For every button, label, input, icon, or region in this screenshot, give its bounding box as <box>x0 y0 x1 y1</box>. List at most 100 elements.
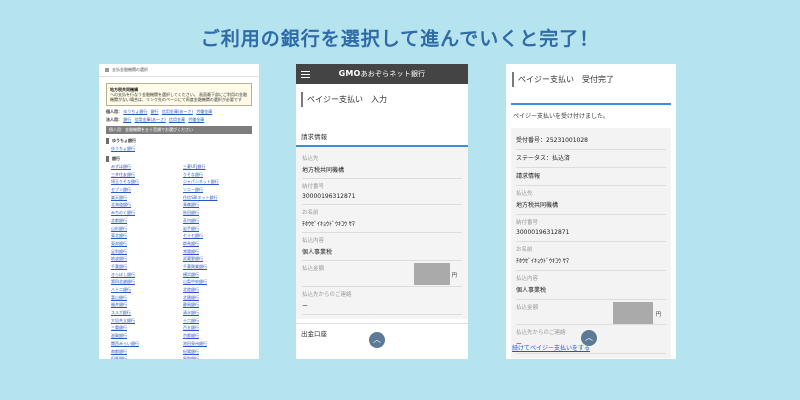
bank-link[interactable]: 関西みらい銀行 <box>111 341 175 347</box>
bank-link[interactable]: 楽天銀行 <box>111 195 175 201</box>
field-label: 払込内容 <box>302 238 325 244</box>
bank-link[interactable]: 南都銀行 <box>111 349 175 355</box>
bank-select-panel: 支払金融機関の選択 地方税共同機構 への支払を行なう金融機関を選択してください。… <box>99 64 259 359</box>
bank-link[interactable]: 東邦銀行 <box>111 241 175 247</box>
bank-link[interactable]: 三重銀行 <box>111 325 175 331</box>
corp-link-shinkin[interactable]: 信用金庫(あ〜さ) <box>135 117 166 122</box>
bank-link[interactable]: 七十七銀行 <box>183 233 247 239</box>
bank-link[interactable]: 三菱UFJ銀行 <box>183 164 247 170</box>
bank-link[interactable]: 北國銀行 <box>183 295 247 301</box>
payment-input-panel: GMOあおぞらネット銀行 ペイジー支払い 入力 請求情報 払込先 地方税共同機構… <box>296 64 468 359</box>
bank-link[interactable]: 静岡銀行 <box>183 302 247 308</box>
bank-link[interactable]: 千葉銀行 <box>111 264 175 270</box>
bank-link[interactable]: 八十二銀行 <box>111 287 175 293</box>
bank-link[interactable]: 但馬銀行 <box>111 356 175 359</box>
bank-link[interactable]: 筑波銀行 <box>111 256 175 262</box>
corp-link-bank[interactable]: 銀行 <box>123 117 131 122</box>
corp-link-shinkin-2[interactable]: 信用金庫 <box>169 117 185 122</box>
bank-link[interactable]: 富山銀行 <box>111 295 175 301</box>
bank-link[interactable]: 岩手銀行 <box>183 226 247 232</box>
bank-link[interactable]: みちのく銀行 <box>111 210 175 216</box>
scroll-top-button[interactable]: ︿ <box>581 330 597 346</box>
scroll-top-button[interactable]: ︿ <box>369 332 385 348</box>
bank-link[interactable]: 山形銀行 <box>111 226 175 232</box>
corp-link-rokin[interactable]: 労働金庫 <box>188 117 204 122</box>
yen-unit: 円 <box>655 312 661 318</box>
divider <box>511 103 671 105</box>
status: ステータス：払込済 <box>516 150 666 168</box>
bank-link[interactable]: 北陸銀行 <box>183 287 247 293</box>
bank-link[interactable]: 常陽銀行 <box>183 249 247 255</box>
field-payment-number: 納付番号 30000196312871 <box>302 179 462 205</box>
field-message: 払込先からのご連絡 ー <box>302 287 462 315</box>
link-yucho[interactable]: ゆうちょ銀行 <box>123 109 147 114</box>
bank-link[interactable]: 滋賀銀行 <box>111 333 175 339</box>
bank-link[interactable]: 清水銀行 <box>183 310 247 316</box>
field-amount: 払込金額 円 <box>516 300 666 325</box>
bank-link[interactable]: ジャパンネット銀行 <box>183 179 247 185</box>
bank-link[interactable]: 千葉興業銀行 <box>183 264 247 270</box>
page-title: ペイジー支払い 入力 <box>301 92 463 107</box>
bank-link[interactable]: 足利銀行 <box>111 249 175 255</box>
field-value: 個人事業税 <box>302 249 333 256</box>
bank-link[interactable]: 北都銀行 <box>111 218 175 224</box>
bank-link[interactable]: セブン銀行 <box>111 187 175 193</box>
bank-link[interactable]: 武蔵野銀行 <box>183 256 247 262</box>
field-label: お名前 <box>302 210 319 216</box>
bank-link[interactable]: 北海道銀行 <box>111 202 175 208</box>
billing-fields: 払込先 地方税共同機構 納付番号 30000196312871 お名前 ﾁﾎｳｾ… <box>296 147 468 319</box>
bank-link[interactable]: 横浜銀行 <box>183 272 247 278</box>
bank-link[interactable]: 青森銀行 <box>183 202 247 208</box>
payment-complete-panel: ペイジー支払い 受付完了 ペイジー支払いを受け付けました。 受付番号：25231… <box>506 64 676 359</box>
section-title: 請求情報 <box>516 168 666 186</box>
bank-link[interactable]: ソニー銀行 <box>183 187 247 193</box>
personal-label: 個人用： <box>106 109 122 114</box>
app-navbar: GMOあおぞらネット銀行 <box>296 64 468 84</box>
bank-list: みずほ銀行 三菱UFJ銀行三井住友銀行 りそな銀行埼玉りそな銀行 ジャパンネット銀行セ… <box>111 164 247 359</box>
link-rokin[interactable]: 労働金庫 <box>196 109 212 114</box>
bank-link[interactable]: 第四北越銀行 <box>111 279 175 285</box>
field-value: ﾁﾎｳｾﾞｲｷｮｳﾄﾞｳｷｺｳ ｻﾏ <box>516 258 569 265</box>
field-label: 払込内容 <box>516 276 539 282</box>
bank-link[interactable]: 東北銀行 <box>111 233 175 239</box>
field-label: 納付番号 <box>302 184 325 190</box>
bank-link[interactable]: 十六銀行 <box>183 318 247 324</box>
link-bank[interactable]: 銀行 <box>151 109 159 114</box>
redacted-amount <box>414 263 450 285</box>
receipt-fields: 受付番号：25231001028 ステータス：払込済 請求情報 払込先 地方税共… <box>511 128 671 358</box>
bank-link[interactable]: 秋田銀行 <box>183 210 247 216</box>
bank-link[interactable]: 荘内銀行 <box>183 218 247 224</box>
field-value: 地方税共同機構 <box>302 167 345 174</box>
field-payment-number: 納付番号 30000196312871 <box>516 215 666 242</box>
brand-bold: GMO <box>338 69 361 78</box>
bank-link[interactable]: りそな銀行 <box>183 172 247 178</box>
field-value: ー <box>302 303 309 310</box>
bank-link[interactable]: きらぼし銀行 <box>111 272 175 278</box>
bank-link[interactable]: みずほ銀行 <box>111 164 175 170</box>
redacted-amount <box>613 302 653 324</box>
bank-select-title-bar: 支払金融機関の選択 <box>99 64 259 77</box>
field-value: 30000196312871 <box>516 229 570 236</box>
bank-link[interactable]: 京都銀行 <box>183 333 247 339</box>
field-label: 払込先 <box>302 156 319 162</box>
bank-link[interactable]: 福井銀行 <box>111 302 175 308</box>
field-name: お名前 ﾁﾎｳｾﾞｲｷｮｳﾄﾞｳｷｺｳ ｻﾏ <box>516 242 666 271</box>
bank-link[interactable]: 大垣共立銀行 <box>111 318 175 324</box>
bank-link-yucho[interactable]: ゆうちょ銀行 <box>111 146 247 152</box>
section-yucho: ゆうちょ銀行 <box>106 138 252 144</box>
field-value: 30000196312871 <box>302 193 356 200</box>
page-title: ペイジー支払い 受付完了 <box>512 72 670 87</box>
pay-again-link[interactable]: 続けてペイジー支払いをする <box>512 343 590 352</box>
bank-link[interactable]: 山梨中央銀行 <box>183 279 247 285</box>
link-shinkin[interactable]: 信用金庫(あ〜さ) <box>162 109 193 114</box>
bank-link[interactable]: スルガ銀行 <box>111 310 175 316</box>
bank-link[interactable]: 住信SBIネット銀行 <box>183 195 247 201</box>
bank-link[interactable]: 三井住友銀行 <box>111 172 175 178</box>
bank-link[interactable]: 鳥取銀行 <box>183 356 247 359</box>
field-label: お名前 <box>516 247 533 253</box>
bank-link[interactable]: 池田泉州銀行 <box>183 341 247 347</box>
bank-link[interactable]: 埼玉りそな銀行 <box>111 179 175 185</box>
bank-link[interactable]: 群馬銀行 <box>183 241 247 247</box>
bank-link[interactable]: 紀陽銀行 <box>183 349 247 355</box>
bank-link[interactable]: 百五銀行 <box>183 325 247 331</box>
